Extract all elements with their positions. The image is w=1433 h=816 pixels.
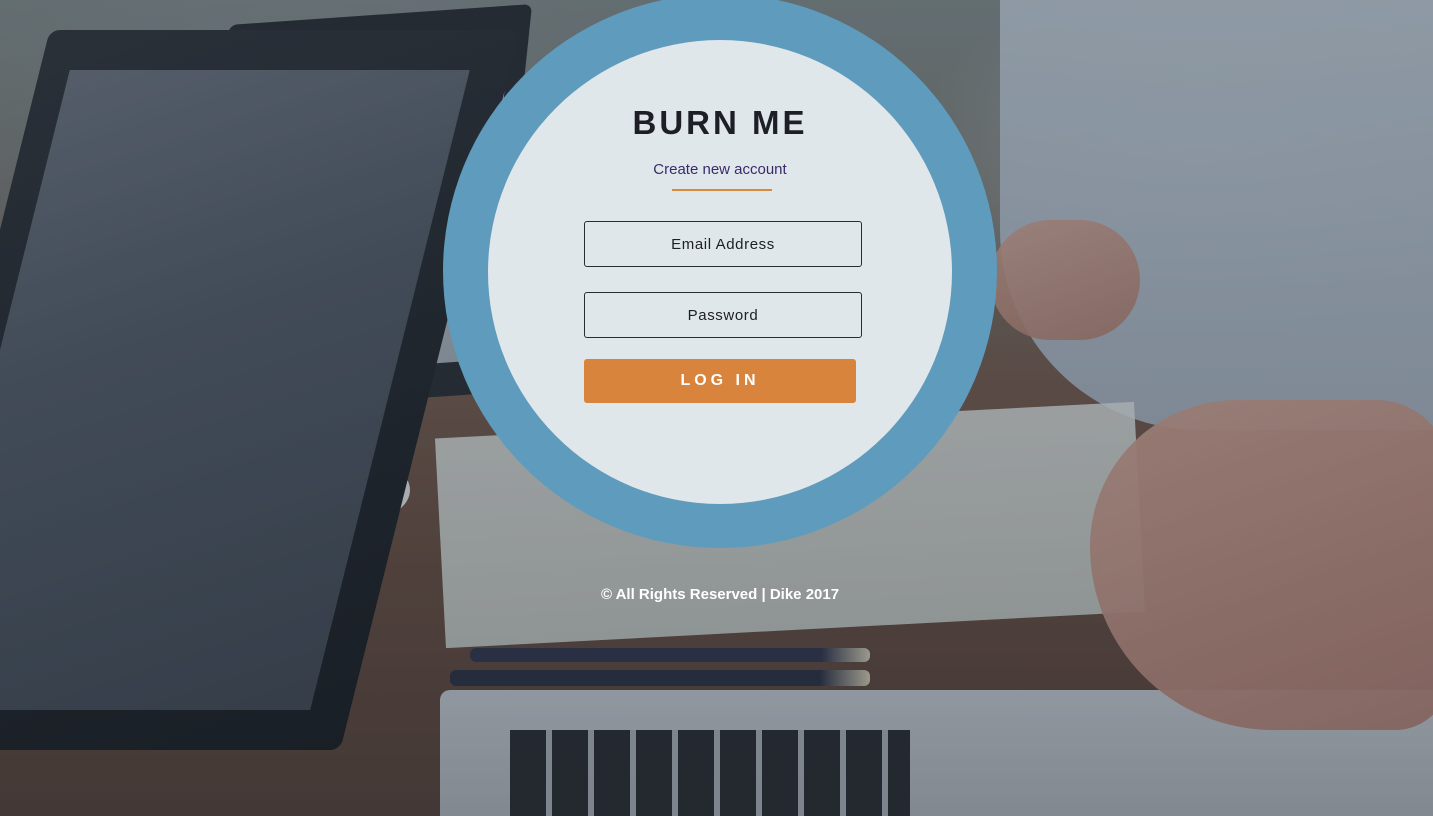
login-button[interactable]: LOG IN: [584, 359, 856, 403]
email-field[interactable]: [584, 221, 862, 267]
brand-title: BURN ME: [632, 104, 808, 141]
create-account-underline: [672, 189, 772, 191]
footer-copyright: © All Rights Reserved | Dike 2017: [600, 586, 840, 603]
password-field[interactable]: [584, 292, 862, 338]
create-account-link[interactable]: Create new account: [488, 161, 952, 178]
